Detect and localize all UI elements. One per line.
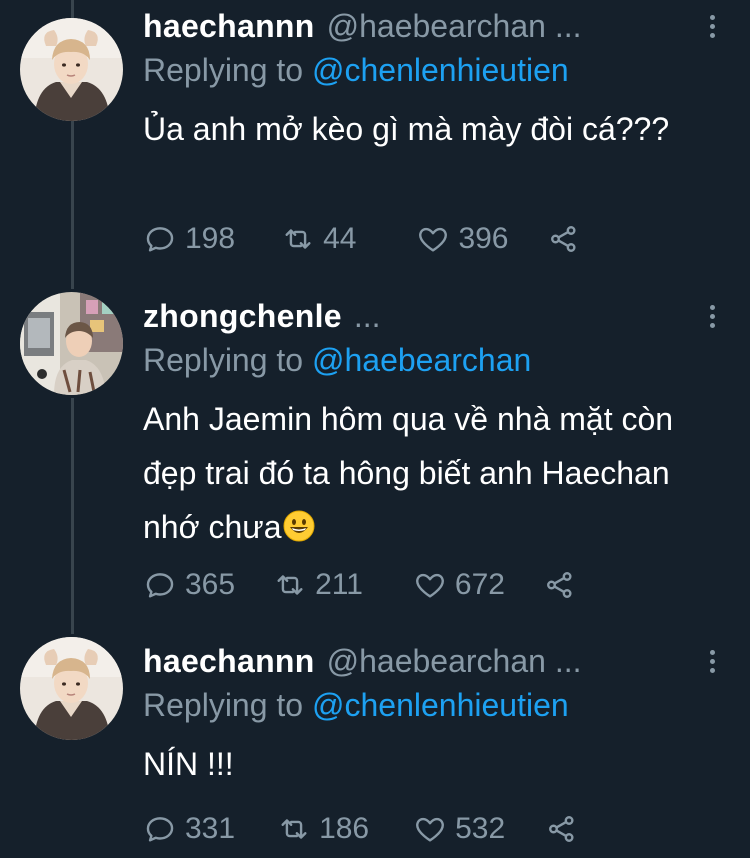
retweet-icon <box>277 575 303 595</box>
heart-icon <box>416 817 445 842</box>
like-count: 672 <box>454 568 505 601</box>
retweet-count: 211 <box>315 568 363 601</box>
reply-count: 331 <box>185 812 236 845</box>
replying-to-label: Replying to <box>143 52 304 88</box>
replying-to: Replying to @chenlenhieutien <box>143 683 730 727</box>
tweet-actions: 198 44 396 <box>143 222 581 256</box>
like-count: 532 <box>455 812 506 845</box>
tweet-item[interactable]: haechannn @haebearchan ... Replying to @… <box>0 0 750 280</box>
tweet-text-content: Anh Jaemin hôm qua về nhà mặt còn đẹp tr… <box>143 401 674 545</box>
like-button[interactable]: 532 <box>413 812 505 846</box>
reply-icon <box>146 817 174 842</box>
retweet-icon <box>285 229 311 249</box>
like-button[interactable]: 396 <box>416 222 509 256</box>
share-button[interactable] <box>545 812 579 846</box>
share-icon <box>546 572 572 598</box>
display-name[interactable]: haechannn <box>143 639 315 683</box>
reply-count: 198 <box>185 222 236 255</box>
tweet-actions: 365 211 672 <box>143 568 577 602</box>
tweet-header: zhongchenle ... <box>143 294 730 338</box>
tweet-item[interactable]: zhongchenle ... Replying to @haebearchan… <box>0 280 750 625</box>
grinning-face-icon <box>283 510 315 542</box>
like-count: 396 <box>458 222 509 255</box>
user-handle[interactable]: ... <box>354 294 381 338</box>
like-button[interactable]: 672 <box>413 568 505 602</box>
heart-icon <box>415 573 444 598</box>
more-vertical-icon[interactable] <box>702 298 722 334</box>
tweet-item[interactable]: haechannn @haebearchan ... Replying to @… <box>0 625 750 858</box>
display-name[interactable]: zhongchenle <box>143 294 342 338</box>
replying-to: Replying to @haebearchan <box>143 338 730 382</box>
retweet-count: 44 <box>323 222 357 255</box>
replying-to-label: Replying to <box>143 687 304 723</box>
tweet-text: Anh Jaemin hôm qua về nhà mặt còn đẹp tr… <box>143 392 683 554</box>
reply-button[interactable]: 365 <box>143 568 235 602</box>
reply-icon <box>146 573 174 598</box>
tweet-actions: 331 186 532 <box>143 812 579 846</box>
replying-to: Replying to @chenlenhieutien <box>143 48 730 92</box>
heart-icon <box>419 227 448 252</box>
display-name[interactable]: haechannn <box>143 4 315 48</box>
avatar[interactable] <box>20 292 123 395</box>
reply-count: 365 <box>185 568 236 601</box>
retweet-button[interactable]: 211 <box>273 568 363 602</box>
retweet-count: 186 <box>319 812 370 845</box>
share-icon <box>550 226 576 252</box>
share-button[interactable] <box>543 568 577 602</box>
tweet-header: haechannn @haebearchan ... <box>143 4 730 48</box>
reply-button[interactable]: 198 <box>143 222 235 256</box>
retweet-button[interactable]: 44 <box>281 222 356 256</box>
mention-link[interactable]: @chenlenhieutien <box>312 52 569 88</box>
user-handle[interactable]: @haebearchan ... <box>327 4 582 48</box>
mention-link[interactable]: @haebearchan <box>312 342 531 378</box>
tweet-text: Ủa anh mở kèo gì mà mày đòi cá??? <box>143 111 670 147</box>
avatar[interactable] <box>20 637 123 740</box>
reply-icon <box>146 227 174 252</box>
replying-to-label: Replying to <box>143 342 304 378</box>
share-icon <box>549 816 574 842</box>
tweet-header: haechannn @haebearchan ... <box>143 639 730 683</box>
user-handle[interactable]: @haebearchan ... <box>327 639 582 683</box>
avatar[interactable] <box>20 18 123 121</box>
tweet-text: NÍN !!! <box>143 746 234 782</box>
more-vertical-icon[interactable] <box>702 643 722 679</box>
more-vertical-icon[interactable] <box>702 8 722 44</box>
reply-button[interactable]: 331 <box>143 812 235 846</box>
retweet-button[interactable]: 186 <box>277 812 369 846</box>
mention-link[interactable]: @chenlenhieutien <box>312 687 569 723</box>
share-button[interactable] <box>547 222 581 256</box>
retweet-icon <box>281 819 307 839</box>
